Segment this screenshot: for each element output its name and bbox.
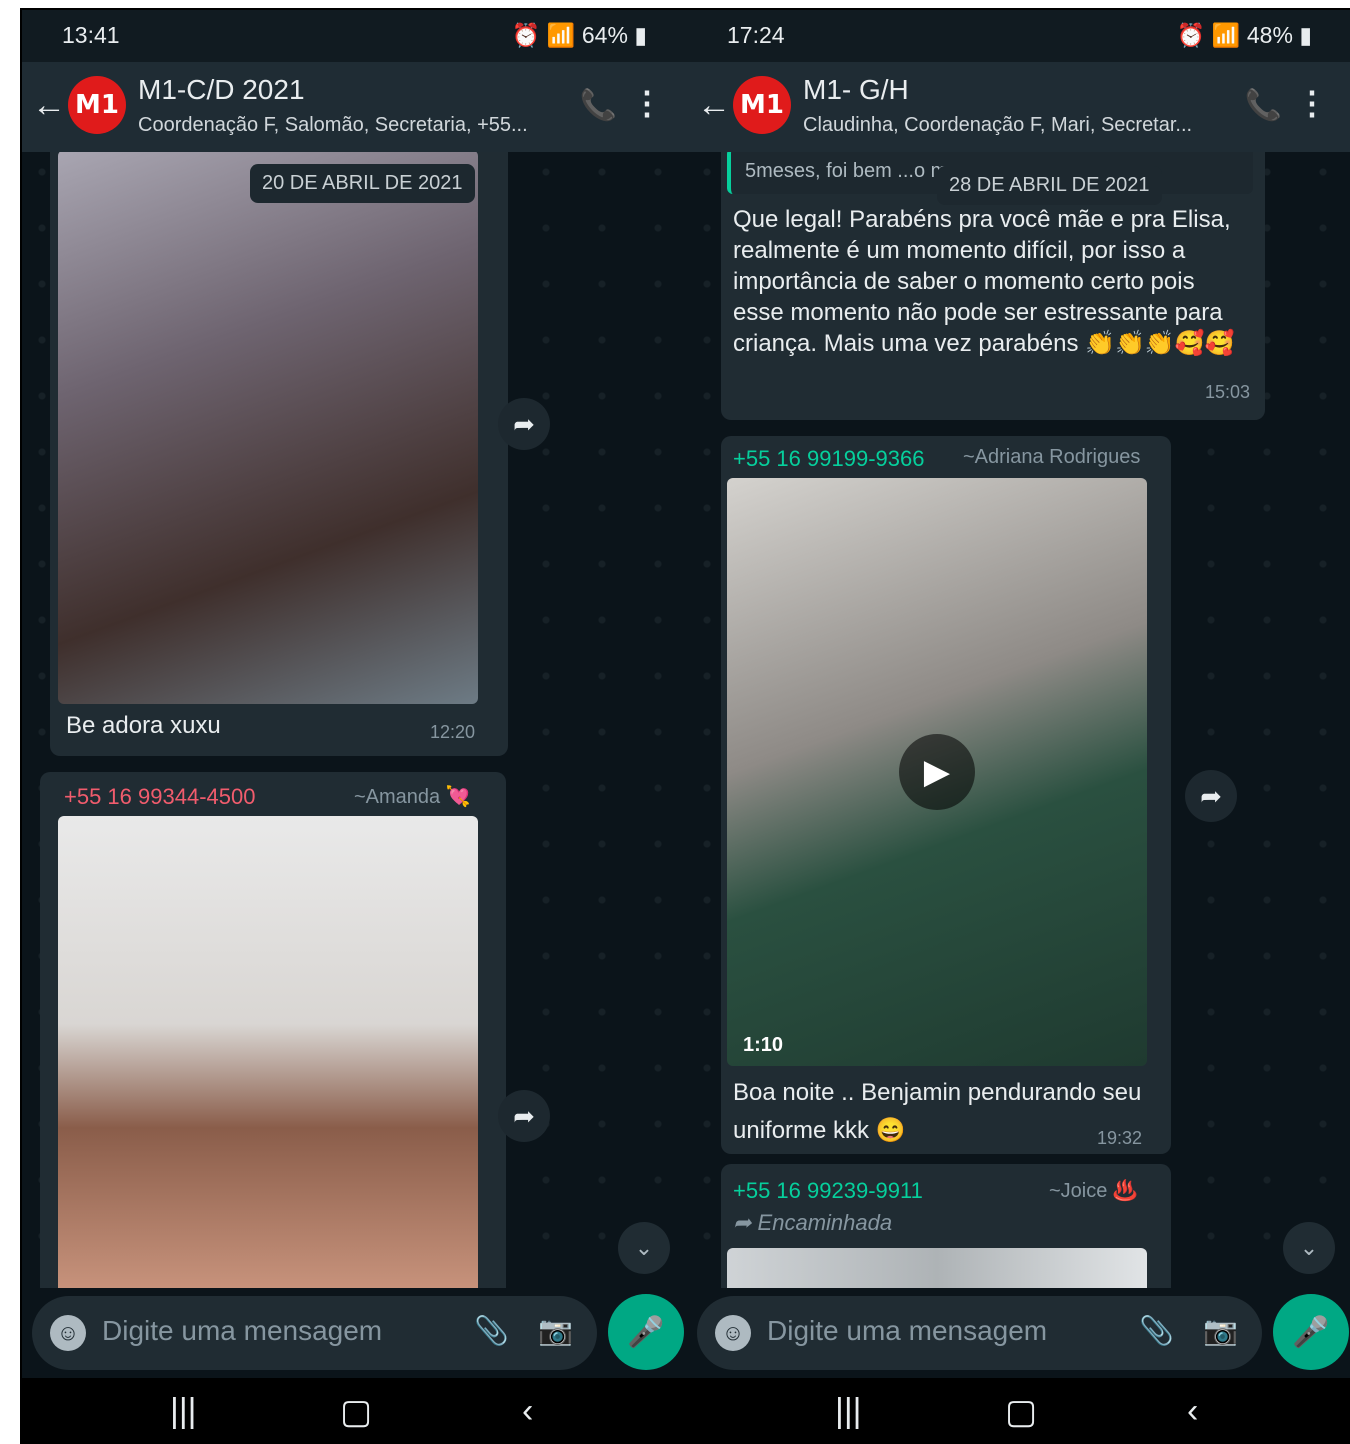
screenshot-frame: 13:41 ⏰ 📶 64% ▮ ← M1 M1-C/D 2021 Coorden… bbox=[20, 8, 1350, 1444]
home-icon[interactable]: ▢ bbox=[1005, 1392, 1037, 1432]
add-call-icon[interactable]: 📞 bbox=[1245, 88, 1282, 123]
composer: ☺ Digite uma mensagem 📎 📷 🎤 bbox=[687, 1288, 1350, 1378]
message-video[interactable]: ▶ 1:10 bbox=[727, 478, 1147, 1066]
more-options-icon[interactable]: ⋮ bbox=[631, 84, 663, 122]
message-photo[interactable] bbox=[58, 152, 478, 704]
attach-icon[interactable]: 📎 bbox=[474, 1314, 509, 1347]
left-phone: 13:41 ⏰ 📶 64% ▮ ← M1 M1-C/D 2021 Coorden… bbox=[22, 10, 687, 1444]
composer: ☺ Digite uma mensagem 📎 📷 🎤 bbox=[22, 1288, 687, 1378]
sender-phone[interactable]: +55 16 99199-9366 bbox=[733, 446, 924, 472]
right-phone: 17:24 ⏰ 📶 48% ▮ ← M1 M1- G/H Claudinha, … bbox=[687, 10, 1350, 1444]
wifi-icon: 📶 bbox=[1211, 22, 1241, 48]
message-time: 12:20 bbox=[430, 722, 476, 742]
chat-area[interactable]: Be adora xuxu 12:20 20 DE ABRIL DE 2021 … bbox=[22, 152, 687, 1288]
system-nav-bar: ||| ▢ ‹ bbox=[22, 1378, 687, 1444]
message-caption: Boa noite .. Benjamin pendurando seu uni… bbox=[733, 1079, 1142, 1144]
message-photo[interactable] bbox=[727, 1248, 1147, 1288]
recents-icon[interactable]: ||| bbox=[835, 1392, 862, 1431]
scroll-to-bottom-icon[interactable]: ⌄ bbox=[618, 1222, 670, 1274]
image-message[interactable]: +55 16 99344-4500 ~Amanda 💘 bbox=[40, 772, 506, 1288]
status-bar: 13:41 ⏰ 📶 64% ▮ bbox=[22, 10, 687, 62]
message-caption: Be adora xuxu bbox=[66, 712, 221, 739]
group-members[interactable]: Claudinha, Coordenação F, Mari, Secretar… bbox=[803, 114, 1192, 137]
chat-header: ← M1 M1- G/H Claudinha, Coordenação F, M… bbox=[687, 62, 1350, 152]
forward-icon[interactable]: ➦ bbox=[498, 1090, 550, 1142]
status-icons: ⏰ 📶 64% ▮ bbox=[512, 22, 647, 49]
message-input[interactable]: ☺ Digite uma mensagem 📎 📷 bbox=[697, 1296, 1262, 1370]
back-arrow-icon[interactable]: ← bbox=[697, 86, 731, 125]
forward-icon[interactable]: ➦ bbox=[1185, 770, 1237, 822]
battery-icon: ▮ bbox=[634, 22, 647, 48]
attach-icon[interactable]: 📎 bbox=[1139, 1314, 1174, 1347]
group-avatar[interactable]: M1 bbox=[68, 76, 126, 134]
scroll-to-bottom-icon[interactable]: ⌄ bbox=[1283, 1222, 1335, 1274]
message-time: 15:03 bbox=[1205, 382, 1251, 402]
message-text: Que legal! Parabéns pra você mãe e pra E… bbox=[733, 206, 1235, 357]
group-title[interactable]: M1-C/D 2021 bbox=[138, 74, 305, 106]
video-duration: 1:10 bbox=[743, 1034, 784, 1056]
battery-level: 48% bbox=[1246, 22, 1293, 48]
home-icon[interactable]: ▢ bbox=[340, 1392, 372, 1432]
status-time: 17:24 bbox=[727, 22, 785, 48]
date-divider: 20 DE ABRIL DE 2021 bbox=[250, 164, 475, 203]
image-message[interactable]: Be adora xuxu 12:20 bbox=[50, 152, 508, 756]
sender-phone[interactable]: +55 16 99344-4500 bbox=[64, 784, 255, 810]
forwarded-icon: ➦ bbox=[733, 1210, 758, 1235]
emoji-icon[interactable]: ☺ bbox=[715, 1315, 751, 1351]
battery-level: 64% bbox=[581, 22, 628, 48]
forwarded-label: ➦ Encaminhada bbox=[733, 1210, 892, 1236]
alarm-icon: ⏰ bbox=[511, 22, 541, 48]
date-divider: 28 DE ABRIL DE 2021 bbox=[937, 166, 1162, 205]
group-members[interactable]: Coordenação F, Salomão, Secretaria, +55.… bbox=[138, 114, 528, 137]
recents-icon[interactable]: ||| bbox=[170, 1392, 197, 1431]
sender-phone[interactable]: +55 16 99239-9911 bbox=[733, 1178, 923, 1204]
status-bar: 17:24 ⏰ 📶 48% ▮ bbox=[687, 10, 1350, 62]
back-nav-icon[interactable]: ‹ bbox=[1187, 1392, 1198, 1431]
camera-icon[interactable]: 📷 bbox=[1203, 1314, 1238, 1347]
message-input[interactable]: ☺ Digite uma mensagem 📎 📷 bbox=[32, 1296, 597, 1370]
camera-icon[interactable]: 📷 bbox=[538, 1314, 573, 1347]
sender-alias: ~Amanda 💘 bbox=[354, 786, 471, 808]
chat-area[interactable]: 5meses, foi bem ...o mas co... Que legal… bbox=[687, 152, 1350, 1288]
group-title[interactable]: M1- G/H bbox=[803, 74, 909, 106]
back-nav-icon[interactable]: ‹ bbox=[522, 1392, 533, 1431]
battery-icon: ▮ bbox=[1299, 22, 1312, 48]
add-call-icon[interactable]: 📞 bbox=[580, 88, 617, 123]
back-arrow-icon[interactable]: ← bbox=[32, 86, 66, 125]
alarm-icon: ⏰ bbox=[1176, 22, 1206, 48]
status-icons: ⏰ 📶 48% ▮ bbox=[1177, 22, 1312, 49]
message-photo[interactable] bbox=[58, 816, 478, 1288]
video-message[interactable]: +55 16 99199-9366 ~Adriana Rodrigues ▶ 1… bbox=[721, 436, 1171, 1154]
input-placeholder[interactable]: Digite uma mensagem bbox=[767, 1315, 1047, 1347]
wifi-icon: 📶 bbox=[546, 22, 576, 48]
mic-button[interactable]: 🎤 bbox=[608, 1294, 684, 1370]
forwarded-text: Encaminhada bbox=[757, 1210, 893, 1235]
more-options-icon[interactable]: ⋮ bbox=[1296, 84, 1328, 122]
input-placeholder[interactable]: Digite uma mensagem bbox=[102, 1315, 382, 1347]
forwarded-message[interactable]: +55 16 99239-9911 ~Joice ♨️ ➦ Encaminhad… bbox=[721, 1164, 1171, 1288]
system-nav-bar: ||| ▢ ‹ bbox=[687, 1378, 1350, 1444]
play-icon[interactable]: ▶ bbox=[899, 734, 975, 810]
forward-icon[interactable]: ➦ bbox=[498, 398, 550, 450]
status-time: 13:41 bbox=[62, 22, 120, 48]
sender-alias: ~Adriana Rodrigues bbox=[963, 446, 1141, 468]
group-avatar[interactable]: M1 bbox=[733, 76, 791, 134]
chat-header: ← M1 M1-C/D 2021 Coordenação F, Salomão,… bbox=[22, 62, 687, 152]
sender-alias: ~Joice ♨️ bbox=[1049, 1180, 1138, 1202]
emoji-icon[interactable]: ☺ bbox=[50, 1315, 86, 1351]
mic-button[interactable]: 🎤 bbox=[1273, 1294, 1349, 1370]
message-time: 19:32 bbox=[1097, 1128, 1143, 1148]
